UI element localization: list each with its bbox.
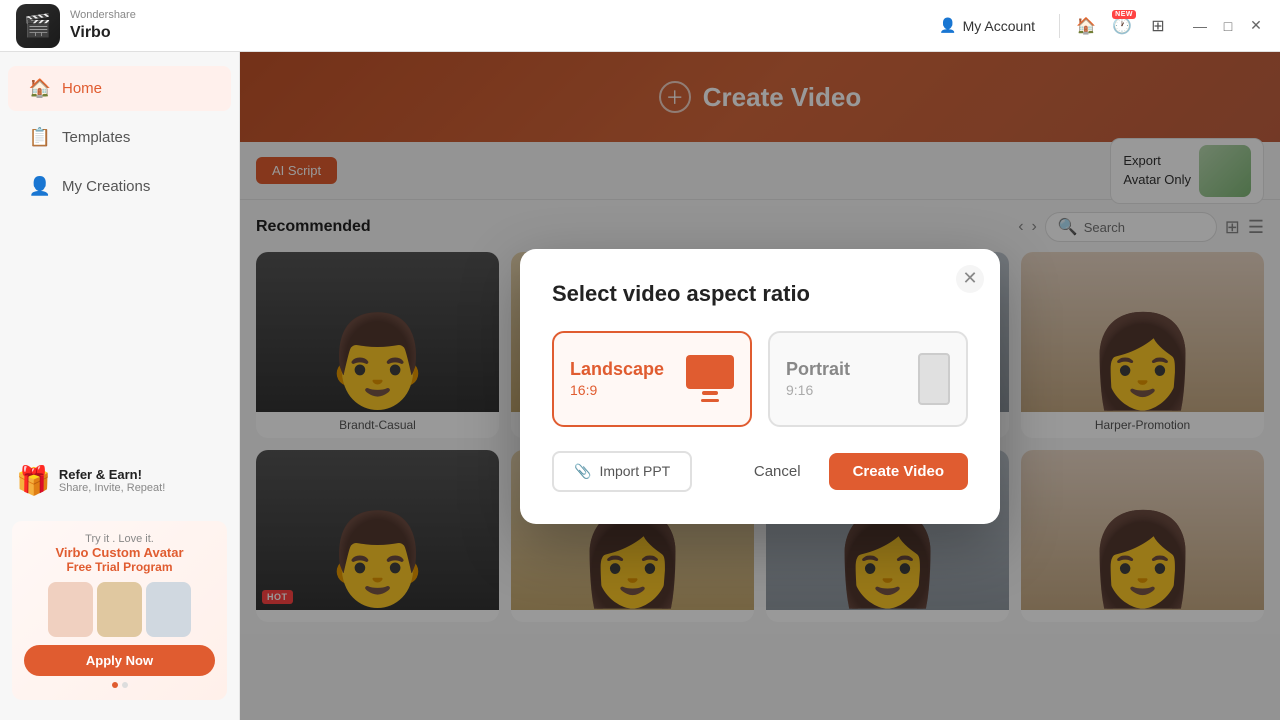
modal-right-buttons: Cancel Create Video bbox=[738, 453, 968, 490]
title-bar-right: 👤 My Account 🏠 🕐 NEW ⊞ — □ ✕ bbox=[931, 13, 1264, 38]
banner-line2: Virbo Custom Avatar bbox=[24, 545, 215, 560]
main-content: 🏠 Home 📋 Templates 👤 My Creations 🎁 Refe… bbox=[0, 52, 1280, 720]
ratio-options: Landscape 16:9 Portrait bbox=[552, 331, 968, 427]
title-bar: 🎬 Wondershare Virbo 👤 My Account 🏠 🕐 NEW… bbox=[0, 0, 1280, 52]
creations-icon: 👤 bbox=[28, 176, 52, 197]
dot-indicators bbox=[24, 682, 215, 688]
new-badge: NEW bbox=[1112, 10, 1136, 19]
app-name: Wondershare Virbo bbox=[70, 9, 136, 41]
landscape-label: Landscape bbox=[570, 359, 664, 380]
maximize-button[interactable]: □ bbox=[1220, 18, 1236, 34]
app-logo: 🎬 bbox=[16, 4, 60, 48]
refer-icon: 🎁 bbox=[16, 464, 51, 497]
sidebar: 🏠 Home 📋 Templates 👤 My Creations 🎁 Refe… bbox=[0, 52, 240, 720]
minimize-button[interactable]: — bbox=[1192, 18, 1208, 34]
templates-icon: 📋 bbox=[28, 127, 52, 148]
banner-line1: Try it . Love it. bbox=[24, 533, 215, 545]
grid-icon[interactable]: ⊞ bbox=[1148, 16, 1168, 36]
dot-1 bbox=[112, 682, 118, 688]
import-ppt-label: Import PPT bbox=[599, 463, 670, 479]
my-account-label: My Account bbox=[963, 18, 1035, 34]
sidebar-templates-label: Templates bbox=[62, 129, 130, 146]
sidebar-banner: Try it . Love it. Virbo Custom Avatar Fr… bbox=[12, 521, 227, 700]
my-account-button[interactable]: 👤 My Account bbox=[931, 13, 1043, 38]
sidebar-item-my-creations[interactable]: 👤 My Creations bbox=[8, 164, 231, 209]
sidebar-item-templates[interactable]: 📋 Templates bbox=[8, 115, 231, 160]
sidebar-creations-label: My Creations bbox=[62, 178, 150, 195]
landscape-ratio: 16:9 bbox=[570, 382, 664, 398]
modal-overlay: ✕ Select video aspect ratio Landscape 16… bbox=[240, 52, 1280, 720]
landscape-icon bbox=[686, 355, 734, 402]
brand-name: Wondershare bbox=[70, 9, 136, 22]
dot-2 bbox=[122, 682, 128, 688]
cancel-button[interactable]: Cancel bbox=[738, 453, 817, 490]
aspect-ratio-modal: ✕ Select video aspect ratio Landscape 16… bbox=[520, 249, 1000, 524]
sidebar-home-label: Home bbox=[62, 80, 102, 97]
portrait-ratio: 9:16 bbox=[786, 382, 850, 398]
content-area: ＋ Create Video AI Script Export Avatar O… bbox=[240, 52, 1280, 720]
account-icon: 👤 bbox=[939, 17, 956, 34]
app-title: Virbo bbox=[70, 23, 136, 42]
banner-line3: Free Trial Program bbox=[24, 560, 215, 574]
ppt-icon: 📎 bbox=[574, 463, 591, 480]
modal-actions: 📎 Import PPT Cancel Create Video bbox=[552, 451, 968, 492]
import-ppt-button[interactable]: 📎 Import PPT bbox=[552, 451, 692, 492]
close-button[interactable]: ✕ bbox=[1248, 18, 1264, 34]
title-bar-left: 🎬 Wondershare Virbo bbox=[16, 4, 136, 48]
create-video-button[interactable]: Create Video bbox=[829, 453, 968, 490]
modal-title: Select video aspect ratio bbox=[552, 281, 968, 307]
portrait-label-group: Portrait 9:16 bbox=[786, 359, 850, 398]
refer-title: Refer & Earn! bbox=[59, 467, 165, 482]
home-icon[interactable]: 🏠 bbox=[1076, 16, 1096, 36]
refer-text: Refer & Earn! Share, Invite, Repeat! bbox=[59, 467, 165, 494]
app-window: 🎬 Wondershare Virbo 👤 My Account 🏠 🕐 NEW… bbox=[0, 0, 1280, 720]
apply-now-button[interactable]: Apply Now bbox=[24, 645, 215, 676]
refer-subtitle: Share, Invite, Repeat! bbox=[59, 482, 165, 494]
portrait-label: Portrait bbox=[786, 359, 850, 380]
refer-earn-section[interactable]: 🎁 Refer & Earn! Share, Invite, Repeat! bbox=[8, 456, 231, 505]
modal-close-button[interactable]: ✕ bbox=[956, 265, 984, 293]
landscape-option[interactable]: Landscape 16:9 bbox=[552, 331, 752, 427]
window-controls: — □ ✕ bbox=[1192, 18, 1264, 34]
portrait-option[interactable]: Portrait 9:16 bbox=[768, 331, 968, 427]
home-sidebar-icon: 🏠 bbox=[28, 78, 52, 99]
banner-images bbox=[24, 582, 215, 637]
sidebar-item-home[interactable]: 🏠 Home bbox=[8, 66, 231, 111]
title-bar-icons: 🏠 🕐 NEW ⊞ bbox=[1076, 16, 1168, 36]
landscape-label-group: Landscape 16:9 bbox=[570, 359, 664, 398]
landscape-shape-icon bbox=[686, 355, 734, 389]
portrait-shape-icon bbox=[918, 353, 950, 405]
divider bbox=[1059, 14, 1060, 38]
history-icon[interactable]: 🕐 NEW bbox=[1112, 16, 1132, 36]
